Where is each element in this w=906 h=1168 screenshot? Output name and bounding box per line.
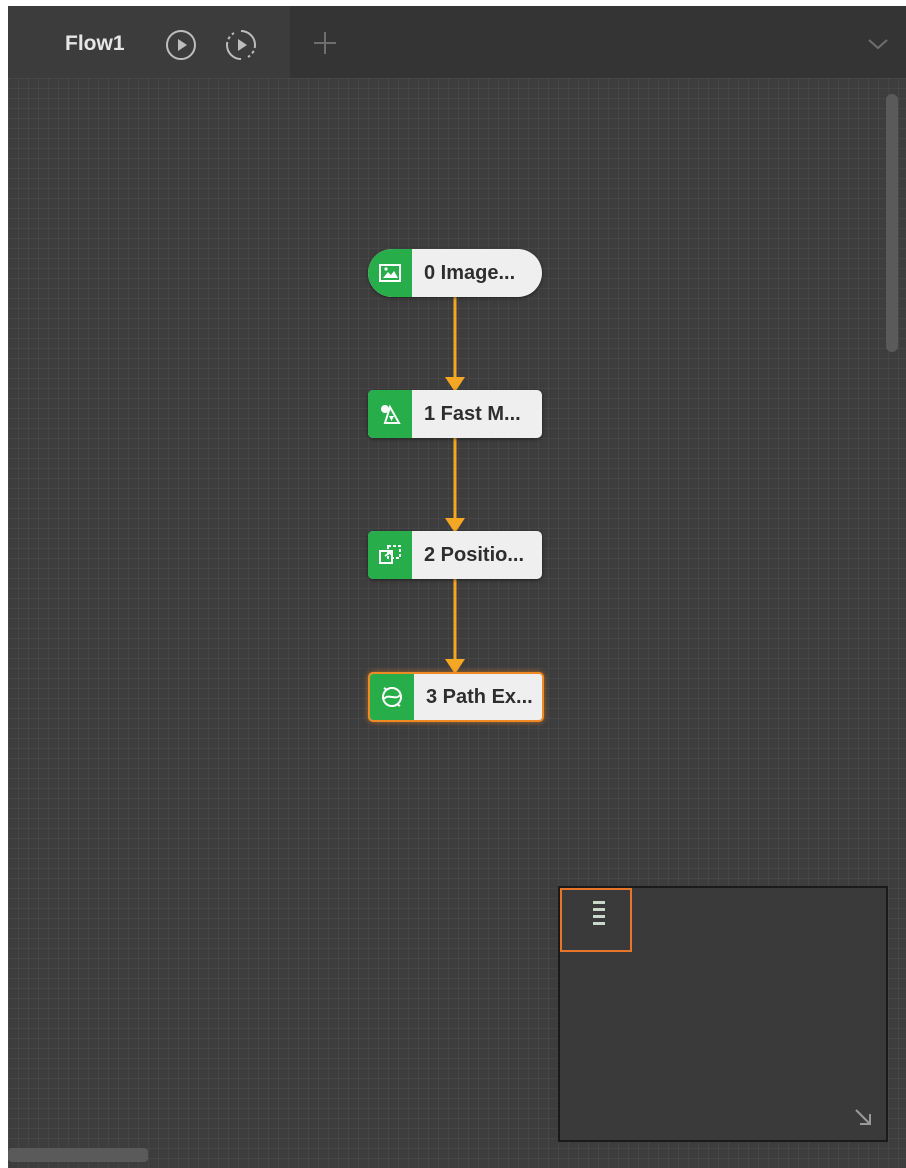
image-icon (368, 249, 412, 297)
path-extract-icon (370, 674, 414, 720)
node-label: 1 Fast M... (424, 402, 521, 425)
horizontal-scrollbar-thumb[interactable] (8, 1148, 148, 1162)
node-label: 0 Image... (424, 261, 516, 284)
resize-arrow-icon[interactable] (852, 1106, 874, 1128)
plus-icon[interactable] (308, 26, 342, 60)
loop-play-icon[interactable] (224, 28, 258, 62)
node-label: 3 Path Ex... (426, 685, 533, 708)
minimap[interactable] (558, 886, 888, 1142)
shape-match-icon (368, 390, 412, 438)
flow-node-position-correction[interactable]: 2 Positio... (368, 531, 542, 579)
flow-node-image-source[interactable]: 0 Image... (368, 249, 542, 297)
chevron-down-icon[interactable] (865, 36, 891, 52)
minimap-node (593, 922, 605, 925)
node-label: 2 Positio... (424, 543, 525, 566)
flow-node-fast-match[interactable]: 1 Fast M... (368, 390, 542, 438)
minimap-viewport[interactable] (560, 888, 632, 952)
minimap-node (593, 901, 605, 904)
flow-tab-bar: Flow1 (8, 6, 906, 78)
minimap-node (593, 908, 605, 911)
flow-node-path-extract[interactable]: 3 Path Ex... (368, 672, 544, 722)
tab-flow1[interactable]: Flow1 (8, 6, 290, 78)
tab-title: Flow1 (65, 32, 125, 55)
vertical-scrollbar-thumb[interactable] (886, 94, 898, 352)
play-circle-icon[interactable] (164, 28, 198, 62)
position-correction-icon (368, 531, 412, 579)
minimap-node (593, 915, 605, 918)
flow-editor: Flow1 0 Image... 1 Fast M... 2 Positio..… (8, 6, 906, 1168)
